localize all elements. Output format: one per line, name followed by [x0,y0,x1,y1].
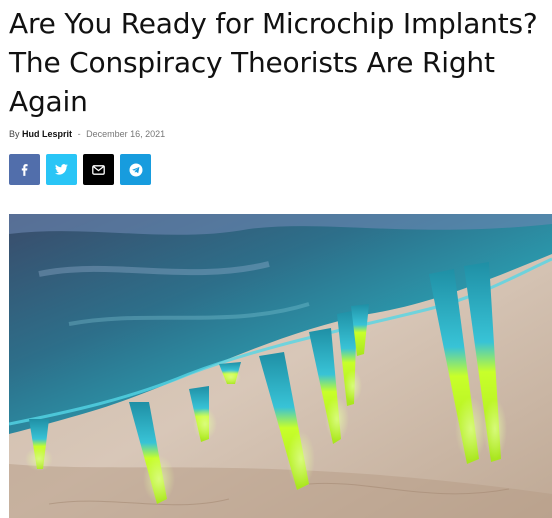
article-meta: By Hud Lesprit - December 16, 2021 [9,128,165,140]
share-twitter-button[interactable] [46,154,77,185]
article: Are You Ready for Microchip Implants? Th… [0,0,552,518]
meta-separator: - [77,129,81,139]
share-telegram-button[interactable] [120,154,151,185]
article-title: Are You Ready for Microchip Implants? Th… [9,7,538,118]
featured-image [9,214,552,518]
share-facebook-button[interactable] [9,154,40,185]
telegram-icon [129,163,143,177]
facebook-icon [19,163,31,176]
twitter-icon [55,164,68,175]
author-link[interactable]: Hud Lesprit [22,129,72,139]
publish-date: December 16, 2021 [86,129,166,139]
byline-prefix: By [9,129,20,139]
microchip-patch-photo [9,214,552,518]
share-bar [9,154,151,185]
share-email-button[interactable] [83,154,114,185]
envelope-icon [92,164,105,175]
